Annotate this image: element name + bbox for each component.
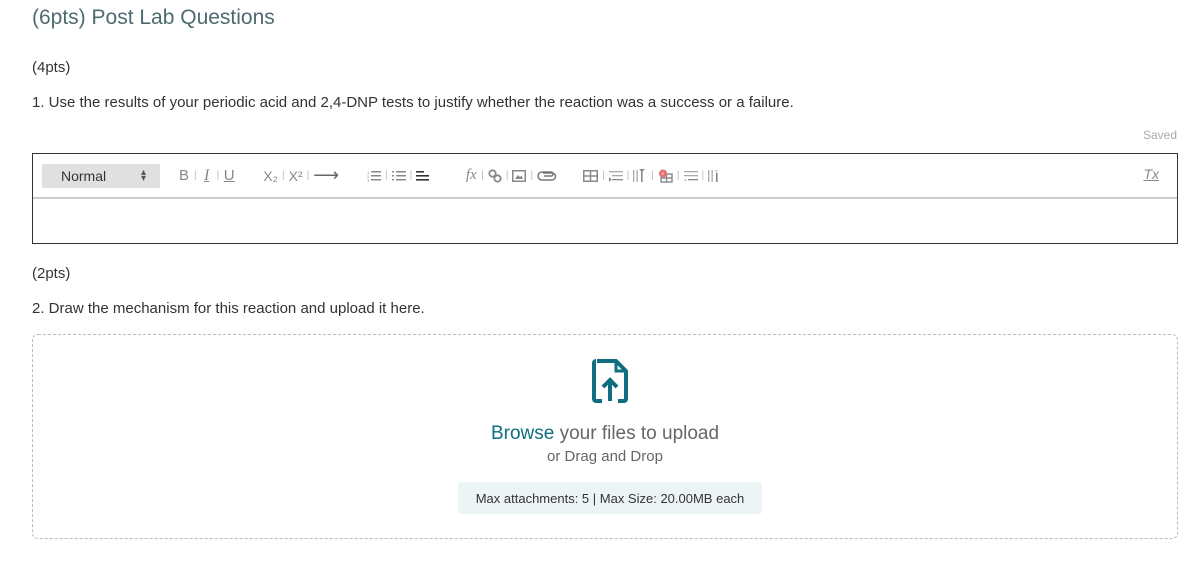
- delete-column-icon: ×: [708, 169, 718, 182]
- image-button[interactable]: [512, 166, 527, 186]
- ordered-list-icon: 123: [367, 170, 382, 182]
- answer-text-area[interactable]: [33, 199, 1177, 243]
- insert-row-button[interactable]: [608, 166, 623, 186]
- insert-group: fx | | |: [465, 166, 557, 186]
- insert-row-icon: [608, 170, 623, 182]
- insert-column-icon: [633, 169, 646, 182]
- formula-button[interactable]: fx: [465, 166, 477, 186]
- bullet-list-button[interactable]: [391, 166, 406, 186]
- insert-column-button[interactable]: [633, 166, 647, 186]
- insert-table-button[interactable]: [583, 166, 599, 186]
- script-group: X₂ | X² | ⟶: [263, 165, 340, 186]
- attach-button[interactable]: [537, 166, 557, 186]
- delete-table-icon: ×: [658, 169, 673, 183]
- align-button[interactable]: [416, 166, 430, 186]
- upload-file-icon[interactable]: [592, 359, 628, 408]
- underline-button[interactable]: U: [223, 166, 235, 186]
- list-group: 123 | |: [367, 166, 430, 186]
- text-style-group: B | I | U: [178, 166, 235, 186]
- table-icon: [583, 169, 599, 182]
- browse-files-link[interactable]: Browse: [491, 423, 554, 444]
- file-dropzone[interactable]: Browse your files to upload or Drag and …: [32, 334, 1178, 539]
- editor-toolbar: Normal ▴▾ B | I | U X₂ | X² | ⟶ 123 | |: [33, 154, 1177, 199]
- delete-row-icon: ×: [683, 170, 698, 182]
- svg-text:3: 3: [367, 178, 370, 182]
- link-icon: [488, 168, 502, 183]
- question-1-points: (4pts): [32, 59, 71, 76]
- link-button[interactable]: [488, 166, 502, 186]
- format-select-value: Normal: [61, 167, 107, 184]
- subscript-button[interactable]: X₂: [263, 166, 278, 186]
- svg-text:×: ×: [684, 178, 687, 182]
- align-left-icon: [416, 170, 430, 181]
- table-group: | | | × | × | ×: [583, 166, 722, 186]
- question-2-text: 2. Draw the mechanism for this reaction …: [32, 300, 425, 317]
- superscript-button[interactable]: X²: [289, 166, 303, 186]
- image-icon: [512, 169, 527, 182]
- delete-column-button[interactable]: ×: [708, 166, 722, 186]
- upload-limits-badge: Max attachments: 5 | Max Size: 20.00MB e…: [458, 482, 762, 514]
- delete-table-button[interactable]: ×: [658, 166, 673, 186]
- paperclip-icon: [537, 170, 557, 181]
- ordered-list-button[interactable]: 123: [367, 166, 382, 186]
- select-arrows-icon: ▴ ▾: [140, 166, 146, 184]
- section-title: (6pts) Post Lab Questions: [32, 6, 275, 29]
- indent-button[interactable]: ⟶: [313, 165, 339, 186]
- bold-button[interactable]: B: [178, 166, 190, 186]
- bullet-list-icon: [391, 170, 406, 180]
- italic-button[interactable]: I: [201, 166, 213, 186]
- paragraph-format-select[interactable]: Normal ▴ ▾: [42, 163, 160, 188]
- drag-drop-hint: or Drag and Drop: [547, 448, 663, 465]
- svg-text:×: ×: [715, 169, 718, 175]
- browse-line: Browse your files to upload: [33, 423, 1177, 445]
- svg-text:×: ×: [661, 171, 664, 177]
- clear-formatting-button[interactable]: Tx: [1143, 166, 1159, 182]
- browse-suffix: your files to upload: [554, 423, 720, 444]
- delete-row-button[interactable]: ×: [683, 166, 698, 186]
- question-1-text: 1. Use the results of your periodic acid…: [32, 94, 794, 111]
- question-2-points: (2pts): [32, 265, 71, 282]
- rich-text-editor: Normal ▴▾ B | I | U X₂ | X² | ⟶ 123 | |: [32, 153, 1178, 244]
- save-status: Saved: [1142, 128, 1177, 142]
